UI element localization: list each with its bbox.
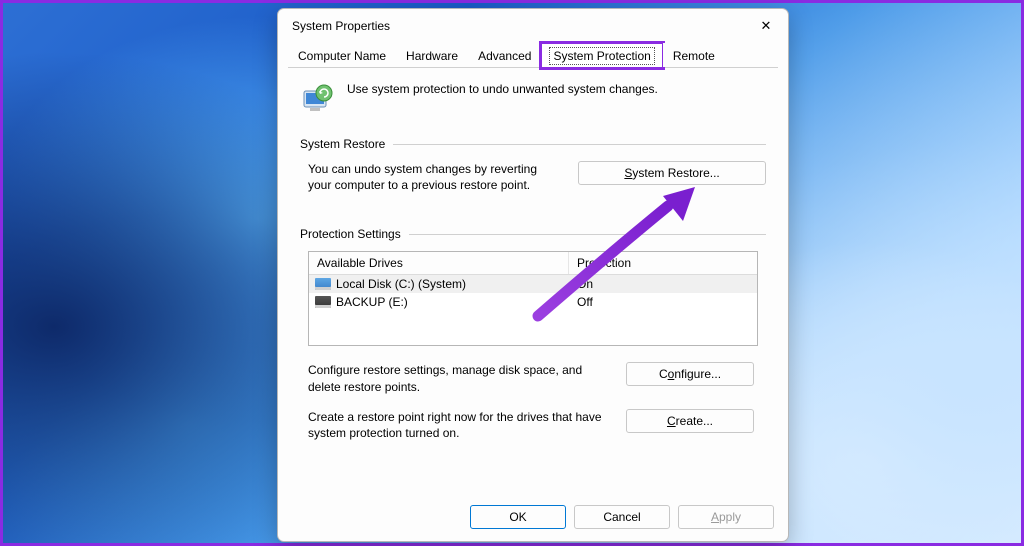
drive-name: BACKUP (E:) bbox=[336, 295, 408, 309]
protection-settings-label: Protection Settings bbox=[300, 227, 401, 241]
intro-row: Use system protection to undo unwanted s… bbox=[300, 82, 766, 117]
drive-status: On bbox=[569, 275, 757, 293]
drive-status: Off bbox=[569, 293, 757, 311]
create-button[interactable]: Create... bbox=[626, 409, 754, 433]
configure-description: Configure restore settings, manage disk … bbox=[308, 362, 608, 394]
drive-name: Local Disk (C:) (System) bbox=[336, 277, 466, 291]
table-row[interactable]: Local Disk (C:) (System) On bbox=[309, 275, 757, 293]
drives-table: Available Drives Protection Local Disk (… bbox=[308, 251, 758, 346]
disk-icon bbox=[315, 278, 331, 290]
system-restore-button[interactable]: System Restore... bbox=[578, 161, 766, 185]
tab-remote[interactable]: Remote bbox=[663, 43, 725, 67]
col-header-protection[interactable]: Protection bbox=[569, 252, 757, 274]
drives-body: Local Disk (C:) (System) On BACKUP (E:) … bbox=[309, 275, 757, 345]
protection-settings-heading: Protection Settings bbox=[300, 227, 766, 241]
disk-icon bbox=[315, 296, 331, 308]
close-icon: ✕ bbox=[761, 18, 772, 34]
divider bbox=[409, 234, 766, 235]
dialog-button-bar: OK Cancel Apply bbox=[278, 495, 788, 541]
tab-hardware[interactable]: Hardware bbox=[396, 43, 468, 67]
tab-system-protection[interactable]: System Protection bbox=[541, 43, 662, 68]
system-restore-label: System Restore bbox=[300, 137, 385, 151]
cancel-button[interactable]: Cancel bbox=[574, 505, 670, 529]
create-description: Create a restore point right now for the… bbox=[308, 409, 608, 441]
configure-button[interactable]: Configure... bbox=[626, 362, 754, 386]
restore-description: You can undo system changes by reverting… bbox=[308, 161, 560, 193]
tab-strip: Computer Name Hardware Advanced System P… bbox=[288, 43, 778, 68]
titlebar: System Properties ✕ bbox=[278, 9, 788, 43]
system-protection-icon bbox=[300, 82, 335, 117]
tab-advanced[interactable]: Advanced bbox=[468, 43, 541, 67]
tab-system-protection-label: System Protection bbox=[551, 49, 652, 63]
tab-content: Use system protection to undo unwanted s… bbox=[278, 68, 788, 495]
system-restore-heading: System Restore bbox=[300, 137, 766, 151]
system-properties-dialog: System Properties ✕ Computer Name Hardwa… bbox=[277, 8, 789, 542]
close-button[interactable]: ✕ bbox=[752, 15, 780, 37]
divider bbox=[393, 144, 766, 145]
apply-button: Apply bbox=[678, 505, 774, 529]
tab-computer-name[interactable]: Computer Name bbox=[288, 43, 396, 67]
col-header-drives[interactable]: Available Drives bbox=[309, 252, 569, 274]
table-row[interactable]: BACKUP (E:) Off bbox=[309, 293, 757, 311]
intro-text: Use system protection to undo unwanted s… bbox=[347, 82, 658, 96]
window-title: System Properties bbox=[292, 19, 390, 33]
drives-header-row: Available Drives Protection bbox=[309, 252, 757, 275]
ok-button[interactable]: OK bbox=[470, 505, 566, 529]
